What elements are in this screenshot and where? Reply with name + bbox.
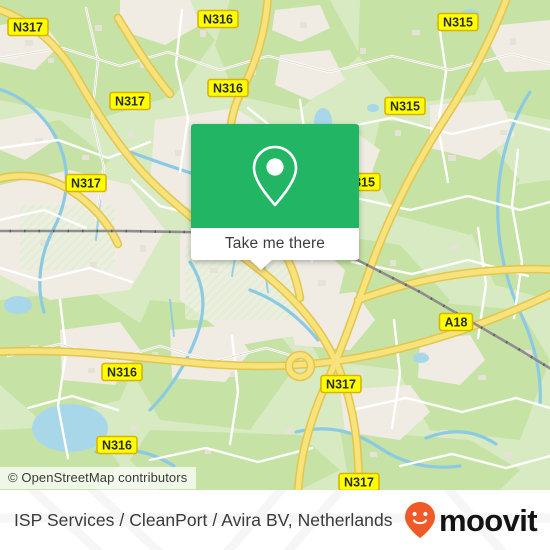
road-shield-n317-12: N317 <box>338 472 380 490</box>
svg-text:N316: N316 <box>107 366 137 380</box>
bottom-info-bar: ISP Services / CleanPort / Avira BV, Net… <box>0 490 550 550</box>
road-shield-n316-1: N316 <box>197 9 239 29</box>
popup-pointer-tail <box>249 259 273 270</box>
svg-text:A18: A18 <box>445 316 468 330</box>
road-shield-n315-5: N315 <box>384 96 426 116</box>
road-shield-a18-8: A18 <box>438 312 474 332</box>
svg-text:N317: N317 <box>115 95 145 109</box>
road-shield-n316-4: N316 <box>207 78 249 98</box>
map-pin-icon <box>252 145 298 207</box>
popup-header[interactable] <box>191 124 359 228</box>
road-shield-n316-9: N316 <box>101 362 143 382</box>
svg-text:N315: N315 <box>390 100 420 114</box>
svg-text:N316: N316 <box>203 13 233 27</box>
road-shield-n316-11: N316 <box>96 435 138 455</box>
road-shield-n317-10: N317 <box>320 374 362 394</box>
moovit-pin-smiley-icon <box>404 502 435 538</box>
map-popup-card[interactable]: Take me there <box>191 124 359 270</box>
take-me-there-label: Take me there <box>224 235 326 252</box>
road-shield-n315-2: N315 <box>437 12 479 32</box>
moovit-brand[interactable]: moovit <box>404 490 538 550</box>
svg-text:N317: N317 <box>13 21 43 35</box>
take-me-there-button[interactable]: Take me there <box>191 228 359 260</box>
moovit-map-screenshot: N317 N316 N315 N317 N316 N315 N317 N315 A18 N316 N… <box>0 0 550 550</box>
moovit-wordmark: moovit <box>438 502 538 538</box>
road-shield-n317-0: N317 <box>7 17 49 37</box>
svg-text:N316: N316 <box>213 82 243 96</box>
osm-attribution[interactable]: © OpenStreetMap contributors <box>0 467 197 489</box>
svg-text:N317: N317 <box>344 476 374 490</box>
road-shield-n317-6: N317 <box>65 173 107 193</box>
svg-text:N317: N317 <box>71 177 101 191</box>
road-shield-n317-3: N317 <box>109 91 151 111</box>
svg-text:N316: N316 <box>102 439 132 453</box>
svg-text:N315: N315 <box>443 16 473 30</box>
svg-text:N317: N317 <box>326 378 356 392</box>
place-title: ISP Services / CleanPort / Avira BV, Net… <box>14 510 393 530</box>
